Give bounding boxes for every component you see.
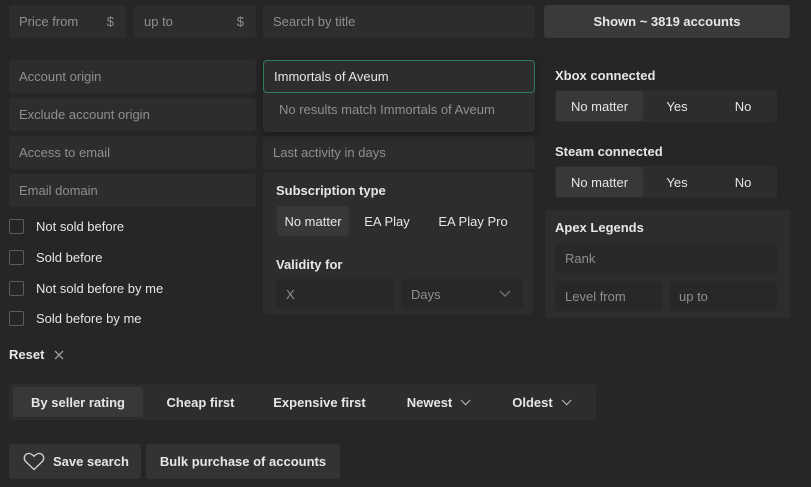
- chevron-down-icon: [561, 394, 572, 405]
- checkbox-label: Not sold before by me: [36, 281, 164, 296]
- validity-value-placeholder: X: [286, 286, 295, 302]
- sort-bar: By seller rating Cheap first Expensive f…: [9, 384, 596, 420]
- sort-newest-label: Newest: [406, 394, 453, 410]
- validity-unit-label: Days: [411, 286, 441, 302]
- steam-option-yes[interactable]: Yes: [647, 167, 707, 197]
- sort-oldest[interactable]: Oldest: [500, 387, 580, 417]
- checkbox-box[interactable]: [9, 250, 24, 265]
- price-to-placeholder: up to: [144, 14, 173, 29]
- apex-level-to-input[interactable]: up to: [669, 281, 777, 311]
- checkbox-box[interactable]: [9, 219, 24, 234]
- validity-value-input[interactable]: X: [276, 279, 394, 309]
- xbox-title: Xbox connected: [555, 68, 656, 83]
- checkbox-sold-before[interactable]: Sold before: [9, 250, 103, 265]
- xbox-toggle-group: No matter Yes No: [555, 90, 777, 122]
- reset-button[interactable]: Reset: [9, 347, 65, 362]
- last-activity-input[interactable]: Last activity in days: [263, 136, 535, 169]
- sort-newest[interactable]: Newest: [394, 387, 480, 417]
- xbox-option-yes[interactable]: Yes: [647, 91, 707, 121]
- search-title-input[interactable]: Search by title: [263, 5, 535, 38]
- price-to-input[interactable]: up to $: [134, 5, 256, 38]
- exclude-account-origin-select[interactable]: Exclude account origin: [9, 98, 256, 131]
- apex-rank-placeholder: Rank: [565, 250, 596, 266]
- access-to-email-placeholder: Access to email: [19, 145, 111, 160]
- checkbox-box[interactable]: [9, 281, 24, 296]
- bulk-purchase-label: Bulk purchase of accounts: [159, 454, 327, 469]
- account-origin-select[interactable]: Account origin: [9, 60, 256, 93]
- price-from-placeholder: Price from: [19, 14, 79, 29]
- sort-cheap-first[interactable]: Cheap first: [153, 387, 248, 417]
- apex-level-from-placeholder: Level from: [565, 288, 626, 304]
- steam-title: Steam connected: [555, 144, 663, 159]
- currency-symbol: $: [236, 14, 244, 29]
- title-dropdown-empty-message: No results match Immortals of Aveum: [279, 102, 495, 117]
- validity-unit-select[interactable]: Days: [401, 279, 523, 309]
- validity-title: Validity for: [276, 257, 343, 272]
- xbox-option-no[interactable]: No: [713, 91, 773, 121]
- search-title-placeholder: Search by title: [273, 14, 356, 29]
- sort-expensive-first[interactable]: Expensive first: [262, 387, 377, 417]
- account-origin-placeholder: Account origin: [19, 69, 102, 84]
- chevron-down-icon: [460, 394, 471, 405]
- checkbox-sold-before-by-me[interactable]: Sold before by me: [9, 311, 142, 326]
- access-to-email-select[interactable]: Access to email: [9, 136, 256, 169]
- apex-title: Apex Legends: [555, 220, 644, 235]
- checkbox-label: Sold before by me: [36, 311, 142, 326]
- steam-option-no[interactable]: No: [713, 167, 773, 197]
- checkbox-label: Sold before: [36, 250, 103, 265]
- shown-accounts-button[interactable]: Shown ~ 3819 accounts: [544, 5, 790, 38]
- steam-option-no-matter[interactable]: No matter: [556, 167, 643, 197]
- subscription-option-ea-play-pro[interactable]: EA Play Pro: [429, 206, 517, 236]
- apex-level-to-placeholder: up to: [679, 288, 708, 304]
- subscription-title: Subscription type: [276, 183, 386, 198]
- apex-level-from-input[interactable]: Level from: [555, 281, 662, 311]
- apex-panel: Apex Legends Rank Level from up to: [545, 210, 790, 318]
- title-dropdown-input[interactable]: Immortals of Aveum: [263, 60, 535, 93]
- steam-toggle-group: No matter Yes No: [555, 166, 777, 198]
- subscription-option-no-matter[interactable]: No matter: [277, 206, 349, 236]
- checkbox-not-sold-before[interactable]: Not sold before: [9, 219, 124, 234]
- subscription-option-ea-play[interactable]: EA Play: [355, 206, 419, 236]
- save-search-label: Save search: [53, 454, 129, 469]
- price-from-input[interactable]: Price from $: [9, 5, 126, 38]
- email-domain-input[interactable]: Email domain: [9, 174, 256, 207]
- subscription-panel: Subscription type No matter EA Play EA P…: [263, 172, 533, 314]
- bulk-purchase-button[interactable]: Bulk purchase of accounts: [146, 444, 340, 479]
- sort-oldest-label: Oldest: [512, 394, 553, 410]
- heart-icon: [23, 452, 45, 471]
- currency-symbol: $: [106, 14, 114, 29]
- exclude-account-origin-placeholder: Exclude account origin: [19, 107, 150, 122]
- reset-label: Reset: [9, 347, 45, 362]
- close-icon: [54, 350, 64, 359]
- chevron-down-icon: [499, 290, 511, 297]
- save-search-button[interactable]: Save search: [9, 444, 141, 479]
- apex-rank-select[interactable]: Rank: [555, 243, 777, 273]
- last-activity-placeholder: Last activity in days: [273, 145, 386, 160]
- email-domain-placeholder: Email domain: [19, 183, 98, 198]
- xbox-option-no-matter[interactable]: No matter: [556, 91, 643, 121]
- title-dropdown: Immortals of Aveum No results match Immo…: [263, 60, 535, 132]
- checkbox-box[interactable]: [9, 311, 24, 326]
- checkbox-label: Not sold before: [36, 219, 125, 234]
- sort-by-seller-rating[interactable]: By seller rating: [13, 387, 143, 417]
- checkbox-not-sold-before-by-me[interactable]: Not sold before by me: [9, 281, 163, 296]
